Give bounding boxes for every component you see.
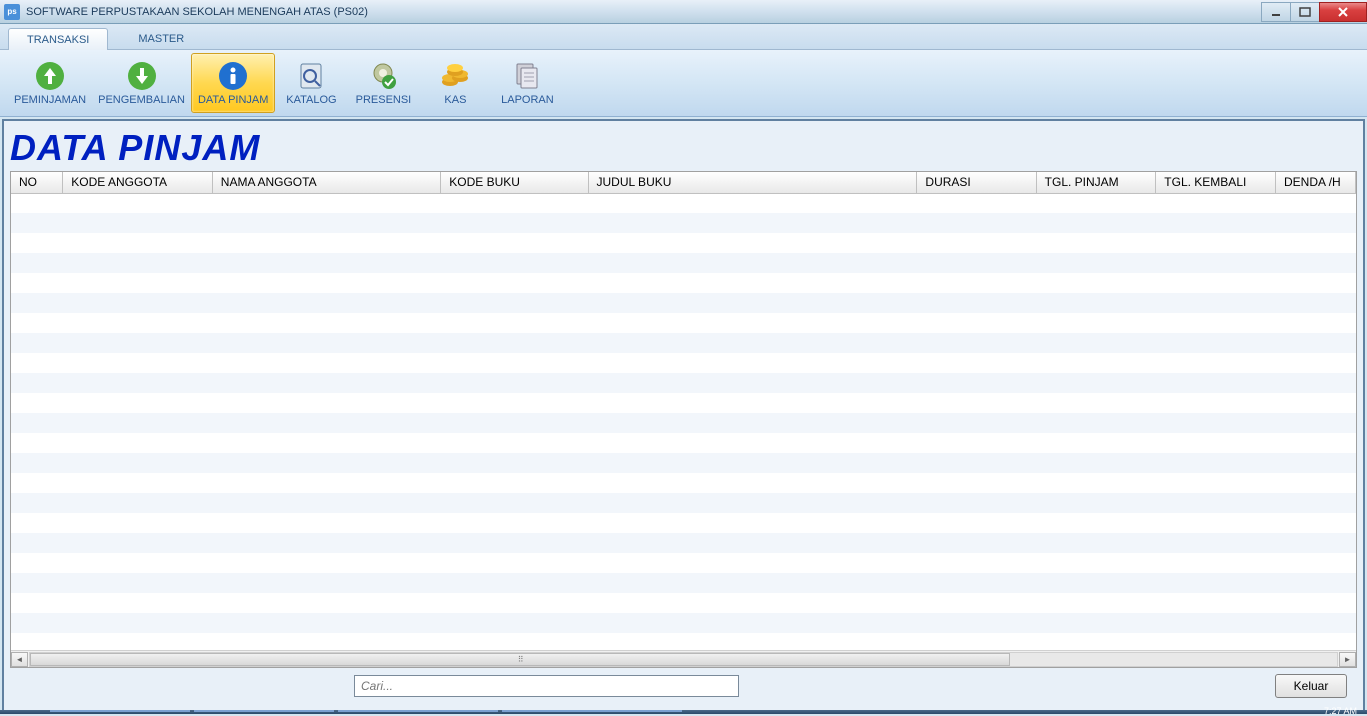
- app-icon: ps: [4, 4, 20, 20]
- scroll-left-button[interactable]: ◄: [11, 652, 28, 667]
- title-bar: ps SOFTWARE PERPUSTAKAAN SEKOLAH MENENGA…: [0, 0, 1367, 24]
- taskbar-item[interactable]: [502, 710, 682, 714]
- table-row[interactable]: [11, 293, 1356, 313]
- table-row[interactable]: [11, 193, 1356, 213]
- tool-kas[interactable]: KAS: [419, 53, 491, 113]
- arrow-down-circle-icon: [126, 60, 158, 92]
- table-row[interactable]: [11, 353, 1356, 373]
- table-row[interactable]: [11, 473, 1356, 493]
- table-row[interactable]: [11, 213, 1356, 233]
- table-row[interactable]: [11, 413, 1356, 433]
- table-row[interactable]: [11, 453, 1356, 473]
- table-row[interactable]: [11, 553, 1356, 573]
- maximize-icon: [1299, 7, 1311, 17]
- table-row[interactable]: [11, 313, 1356, 333]
- tool-data-pinjam[interactable]: DATA PINJAM: [191, 53, 276, 113]
- window-title: SOFTWARE PERPUSTAKAAN SEKOLAH MENENGAH A…: [26, 6, 368, 18]
- col-tgl-kembali[interactable]: TGL. KEMBALI: [1156, 172, 1276, 193]
- table-row[interactable]: [11, 593, 1356, 613]
- coins-icon: [439, 60, 471, 92]
- tool-laporan[interactable]: LAPORAN: [491, 53, 563, 113]
- page-title: DATA PINJAM: [10, 127, 1357, 169]
- tool-label: PRESENSI: [356, 94, 412, 106]
- table-header-row: NO KODE ANGGOTA NAMA ANGGOTA KODE BUKU J…: [11, 172, 1356, 193]
- tool-katalog[interactable]: KATALOG: [275, 53, 347, 113]
- tool-label: KAS: [444, 94, 466, 106]
- toolbar: PEMINJAMAN PENGEMBALIAN DATA PINJAM KATA…: [0, 50, 1367, 117]
- tool-label: PENGEMBALIAN: [98, 94, 185, 106]
- tool-label: LAPORAN: [501, 94, 554, 106]
- gear-check-icon: [367, 60, 399, 92]
- data-table[interactable]: NO KODE ANGGOTA NAMA ANGGOTA KODE BUKU J…: [10, 171, 1357, 668]
- col-judul-buku[interactable]: JUDUL BUKU: [588, 172, 917, 193]
- tabs-row: TRANSAKSI MASTER: [0, 24, 1367, 50]
- window-controls: [1262, 2, 1367, 22]
- table-row[interactable]: [11, 613, 1356, 633]
- tool-pengembalian[interactable]: PENGEMBALIAN: [92, 53, 191, 113]
- tool-label: DATA PINJAM: [198, 94, 269, 106]
- col-kode-anggota[interactable]: KODE ANGGOTA: [63, 172, 213, 193]
- col-nama-anggota[interactable]: NAMA ANGGOTA: [212, 172, 441, 193]
- taskbar[interactable]: 7:27 AM: [0, 710, 1367, 714]
- scroll-thumb[interactable]: ⠿: [30, 653, 1010, 666]
- content-area: DATA PINJAM NO KODE ANGGOTA NAMA ANGGOTA…: [2, 119, 1365, 712]
- horizontal-scrollbar[interactable]: ◄ ⠿ ►: [11, 650, 1356, 667]
- taskbar-clock: 7:27 AM: [1324, 706, 1357, 716]
- col-kode-buku[interactable]: KODE BUKU: [441, 172, 588, 193]
- table-row[interactable]: [11, 533, 1356, 553]
- table-row[interactable]: [11, 513, 1356, 533]
- close-icon: [1337, 7, 1349, 17]
- scroll-track[interactable]: ⠿: [29, 652, 1338, 667]
- table-row[interactable]: [11, 573, 1356, 593]
- tool-peminjaman[interactable]: PEMINJAMAN: [8, 53, 92, 113]
- tool-label: KATALOG: [286, 94, 336, 106]
- search-input[interactable]: [354, 675, 739, 697]
- scroll-right-button[interactable]: ►: [1339, 652, 1356, 667]
- col-denda[interactable]: DENDA /H: [1276, 172, 1356, 193]
- col-tgl-pinjam[interactable]: TGL. PINJAM: [1036, 172, 1156, 193]
- tab-master[interactable]: MASTER: [120, 28, 202, 49]
- table-row[interactable]: [11, 433, 1356, 453]
- col-durasi[interactable]: DURASI: [917, 172, 1036, 193]
- table-row[interactable]: [11, 253, 1356, 273]
- close-button[interactable]: [1319, 2, 1367, 22]
- exit-button[interactable]: Keluar: [1275, 674, 1347, 698]
- tool-presensi[interactable]: PRESENSI: [347, 53, 419, 113]
- tool-label: PEMINJAMAN: [14, 94, 86, 106]
- table-row[interactable]: [11, 493, 1356, 513]
- info-circle-icon: [217, 60, 249, 92]
- arrow-up-circle-icon: [34, 60, 66, 92]
- col-no[interactable]: NO: [11, 172, 63, 193]
- table-row[interactable]: [11, 233, 1356, 253]
- search-sheet-icon: [295, 60, 327, 92]
- tab-transaksi[interactable]: TRANSAKSI: [8, 28, 108, 50]
- table-row[interactable]: [11, 373, 1356, 393]
- taskbar-item[interactable]: [50, 710, 190, 714]
- table-row[interactable]: [11, 273, 1356, 293]
- minimize-button[interactable]: [1261, 2, 1291, 22]
- footer-row: Keluar: [10, 668, 1357, 704]
- taskbar-item[interactable]: [338, 710, 498, 714]
- documents-icon: [511, 60, 543, 92]
- minimize-icon: [1270, 7, 1282, 17]
- table-row[interactable]: [11, 333, 1356, 353]
- table-row[interactable]: [11, 393, 1356, 413]
- taskbar-item[interactable]: [194, 710, 334, 714]
- maximize-button[interactable]: [1290, 2, 1320, 22]
